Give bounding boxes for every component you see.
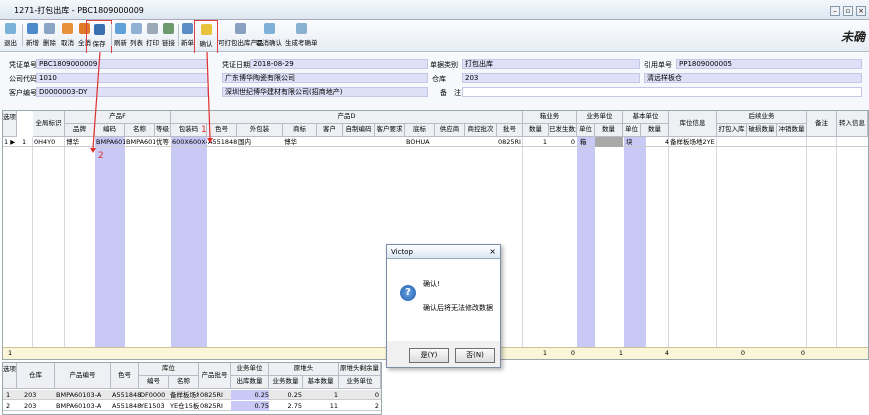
lg-cell-out-qty[interactable]: 0.75	[231, 401, 269, 411]
arrow-to-color	[206, 51, 211, 139]
lg-cell-color[interactable]: A551848	[111, 401, 141, 411]
lg-cell-rem: 0	[374, 391, 379, 399]
dialog-titlebar: Victop ×	[387, 245, 500, 259]
lg-group-pile: 原堆头	[269, 363, 339, 376]
lg-col-loc-code: 编号	[139, 376, 169, 389]
lg-cell-color[interactable]: A551848	[111, 390, 141, 400]
lg-cell-batch[interactable]: 0825RI	[199, 401, 223, 411]
lg-col-warehouse: 仓库	[17, 363, 55, 389]
lg-cell-loc-code[interactable]: DF0000	[139, 390, 165, 400]
dialog-title: Victop	[391, 248, 413, 256]
lg-cell-batch[interactable]: 0825RI	[199, 390, 223, 400]
lg-cell-loc-name[interactable]: 备样板场地	[169, 390, 199, 400]
lower-grid: 选项 仓库 产品编号 色号 库位 编号 名称 产品批号 业务单位 出库数量 原堆…	[2, 362, 382, 415]
lg-col-product: 产品编号	[55, 363, 111, 389]
lg-cell-warehouse[interactable]: 203	[23, 390, 36, 400]
annotation-2: 2	[98, 151, 104, 161]
lg-group-location: 库位	[139, 363, 199, 376]
dialog-message: 确认后将无法修改数据	[423, 304, 493, 312]
lg-cell-rem: 2	[374, 402, 379, 410]
dialog-close-icon[interactable]: ×	[489, 247, 496, 256]
lg-cell-out-qty[interactable]: 0.25	[231, 390, 269, 400]
lg-cell-base-qty: 1	[333, 391, 338, 399]
no-button[interactable]: 否(N)	[455, 348, 495, 363]
lg-cell-biz-qty: 2.75	[287, 402, 302, 410]
arrow-head-code	[90, 148, 96, 153]
lg-col-out-qty: 出库数量	[231, 376, 269, 389]
lg-col-rem-unit: 业务单位	[339, 376, 381, 389]
annotation-1: 1	[201, 125, 207, 135]
table-row[interactable]: 1 203 BMPA60103-A A551848 DF0000 备样板场地 0…	[3, 390, 381, 400]
arrow-head-color	[207, 138, 213, 143]
lg-cell-loc-name[interactable]: YE仓15板位	[169, 401, 199, 411]
lg-row-num: 2	[6, 402, 11, 410]
lg-col-select: 选项	[3, 363, 17, 389]
lg-group-biz-unit: 业务单位	[231, 363, 269, 376]
dialog-message-title: 确认!	[423, 280, 440, 288]
lg-cell-biz-qty: 0.25	[287, 391, 302, 399]
lg-cell-product[interactable]: BMPA60103-A	[55, 401, 101, 411]
lg-col-color: 色号	[111, 363, 139, 389]
confirm-dialog: Victop × ? 确认! 确认后将无法修改数据 是(Y) 否(N)	[386, 244, 501, 368]
lg-col-loc-name: 名称	[169, 376, 199, 389]
lg-col-batch: 产品批号	[199, 363, 231, 389]
arrow-to-code	[92, 51, 101, 149]
dialog-body: ? 确认! 确认后将无法修改数据	[387, 259, 500, 341]
lg-row-num: 1	[6, 391, 11, 399]
lg-cell-warehouse[interactable]: 203	[23, 401, 36, 411]
question-icon: ?	[400, 285, 416, 301]
lg-col-base-qty: 基本数量	[303, 376, 339, 389]
lg-col-biz-qty: 业务数量	[269, 376, 303, 389]
lg-cell-base-qty: 11	[329, 402, 338, 410]
lg-group-pile-rem: 原堆头剩余量	[339, 363, 381, 376]
table-row[interactable]: 2 203 BMPA60103-A A551848 YE1503 YE仓15板位…	[3, 401, 381, 411]
lg-cell-loc-code[interactable]: YE1503	[139, 401, 165, 411]
lg-cell-product[interactable]: BMPA60103-A	[55, 390, 101, 400]
yes-button[interactable]: 是(Y)	[409, 348, 449, 363]
